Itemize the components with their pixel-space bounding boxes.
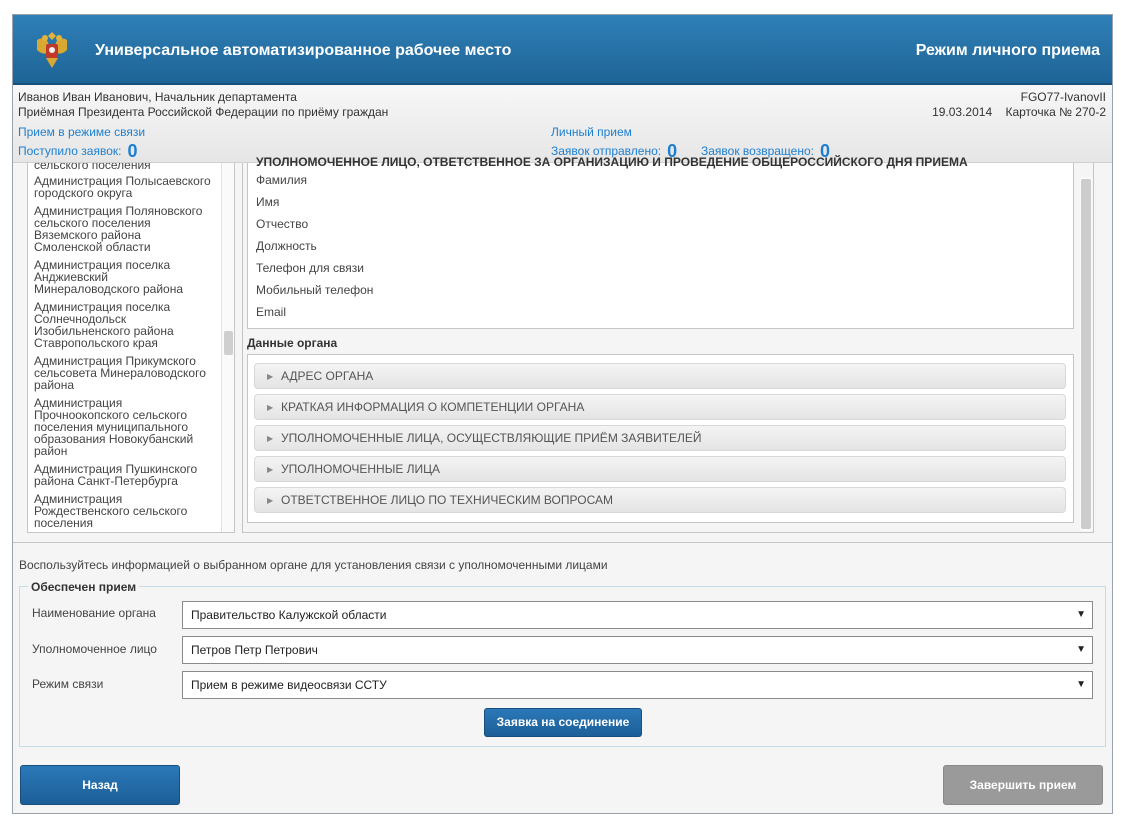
mode-title: Режим личного приема bbox=[915, 42, 1100, 59]
list-item[interactable]: Администрация Пушкинского района Санкт-Пе… bbox=[34, 463, 219, 487]
list-item[interactable]: Администрация Полысаевского городского ок… bbox=[34, 175, 219, 199]
date-card-info: 19.03.2014 Карточка № 270-2 bbox=[932, 105, 1106, 119]
field-surname: Фамилия bbox=[256, 173, 307, 187]
details-scrollbar[interactable] bbox=[1080, 177, 1092, 531]
list-item[interactable]: сельского поселения bbox=[34, 163, 219, 171]
list-item[interactable]: Администрация Прочноокопского сельского по… bbox=[34, 397, 219, 457]
received-requests[interactable]: Поступило заявок: 0 bbox=[18, 141, 137, 162]
dropdown-arrow-icon: ▼ bbox=[1076, 644, 1086, 655]
hint-text: Воспользуйтесь информацией о выбранном о… bbox=[19, 558, 608, 572]
user-name: Иванов Иван Иванович, Начальник департам… bbox=[18, 90, 297, 104]
connection-request-button[interactable]: Заявка на соединение bbox=[484, 708, 642, 737]
contact-heading: УПОЛНОМОЧЕННОЕ ЛИЦО, ОТВЕТСТВЕННОЕ ЗА ОР… bbox=[256, 155, 968, 169]
list-item[interactable]: Администрация Поляновского сельского посе… bbox=[34, 205, 219, 253]
app-window: Универсальное автоматизированное рабочее… bbox=[12, 14, 1113, 814]
triangle-right-icon: ▶ bbox=[267, 434, 274, 443]
user-info-bar: Иванов Иван Иванович, Начальник департам… bbox=[13, 87, 1112, 163]
list-item[interactable]: Администрация Рождественского сельского по… bbox=[34, 493, 219, 529]
field-email: Email bbox=[256, 305, 287, 319]
contact-person-box: УПОЛНОМОЧЕННОЕ ЛИЦО, ОТВЕТСТВЕННОЕ ЗА ОР… bbox=[247, 155, 1074, 329]
finish-reception-button[interactable]: Завершить прием bbox=[943, 765, 1103, 805]
form-legend: Обеспечен прием bbox=[28, 580, 140, 594]
accordion-organ-competence[interactable]: ▶ КРАТКАЯ ИНФОРМАЦИЯ О КОМПЕТЕНЦИИ ОРГАНА bbox=[254, 394, 1066, 420]
list-item[interactable]: Администрация поселка Анджиевский Минерало… bbox=[34, 259, 219, 295]
accordion-tech-contact[interactable]: ▶ ОТВЕТСТВЕННОЕ ЛИЦО ПО ТЕХНИЧЕСКИМ ВОПРО… bbox=[254, 487, 1066, 513]
authorized-person-label: Уполномоченное лицо bbox=[32, 642, 157, 656]
back-button[interactable]: Назад bbox=[20, 765, 180, 805]
triangle-right-icon: ▶ bbox=[267, 465, 274, 474]
dropdown-arrow-icon: ▼ bbox=[1076, 679, 1086, 690]
reception-form: Обеспечен прием Наименование органа Прав… bbox=[19, 580, 1106, 747]
app-title: Универсальное автоматизированное рабочее… bbox=[95, 42, 512, 59]
organization-name: Приёмная Президента Российской Федерации… bbox=[18, 105, 389, 119]
personal-reception-link[interactable]: Личный прием bbox=[551, 125, 632, 139]
authorized-person-value: Петров Петр Петрович bbox=[191, 643, 318, 657]
comm-mode-label: Режим связи bbox=[32, 677, 104, 691]
card-number: Карточка № 270-2 bbox=[1005, 105, 1106, 119]
coat-of-arms-icon bbox=[37, 32, 67, 68]
comm-mode-link[interactable]: Прием в режиме связи bbox=[18, 125, 145, 139]
field-name: Имя bbox=[256, 195, 280, 209]
organ-name-label: Наименование органа bbox=[32, 606, 156, 620]
comm-mode-value: Прием в режиме видеосвязи ССТУ bbox=[191, 678, 387, 692]
organ-list-scroll-thumb[interactable] bbox=[224, 331, 233, 355]
details-scroll-thumb[interactable] bbox=[1081, 179, 1091, 529]
organ-list-scrollbar[interactable] bbox=[221, 163, 234, 532]
organ-data-accordion: ▶ АДРЕС ОРГАНА ▶ КРАТКАЯ ИНФОРМАЦИЯ О КОМП… bbox=[247, 354, 1074, 523]
comm-mode-select[interactable]: Прием в режиме видеосвязи ССТУ ▼ bbox=[182, 671, 1093, 699]
received-count: 0 bbox=[127, 141, 138, 161]
accordion-reception-officers[interactable]: ▶ УПОЛНОМОЧЕННЫЕ ЛИЦА, ОСУЩЕСТВЛЯЮЩИЕ ПРИ… bbox=[254, 425, 1066, 451]
login-id: FGO77-IvanovII bbox=[1020, 90, 1106, 104]
field-mobile: Мобильный телефон bbox=[256, 283, 374, 297]
organ-name-value: Правительство Калужской области bbox=[191, 608, 387, 622]
triangle-right-icon: ▶ bbox=[267, 496, 274, 505]
main-content: сельского поселения Администрация Полыса… bbox=[13, 155, 1112, 543]
app-header: Универсальное автоматизированное рабочее… bbox=[13, 15, 1112, 85]
organ-name-select[interactable]: Правительство Калужской области ▼ bbox=[182, 601, 1093, 629]
triangle-right-icon: ▶ bbox=[267, 372, 274, 381]
received-label: Поступило заявок: bbox=[18, 144, 122, 158]
organ-details-panel: УПОЛНОМОЧЕННОЕ ЛИЦО, ОТВЕТСТВЕННОЕ ЗА ОР… bbox=[242, 155, 1094, 533]
triangle-right-icon: ▶ bbox=[267, 403, 274, 412]
current-date: 19.03.2014 bbox=[932, 105, 993, 119]
authorized-person-select[interactable]: Петров Петр Петрович ▼ bbox=[182, 636, 1093, 664]
field-position: Должность bbox=[256, 239, 317, 253]
organ-list: сельского поселения Администрация Полыса… bbox=[27, 163, 235, 533]
list-item[interactable]: Администрация Прикумского сельсовета Мине… bbox=[34, 355, 219, 391]
field-patronymic: Отчество bbox=[256, 217, 309, 231]
field-phone: Телефон для связи bbox=[256, 261, 364, 275]
accordion-authorized-persons[interactable]: ▶ УПОЛНОМОЧЕННЫЕ ЛИЦА bbox=[254, 456, 1066, 482]
dropdown-arrow-icon: ▼ bbox=[1076, 609, 1086, 620]
organ-data-title: Данные органа bbox=[247, 336, 338, 350]
accordion-organ-address[interactable]: ▶ АДРЕС ОРГАНА bbox=[254, 363, 1066, 389]
list-item[interactable]: Администрация поселка Солнечнодольск Изоби… bbox=[34, 301, 219, 349]
